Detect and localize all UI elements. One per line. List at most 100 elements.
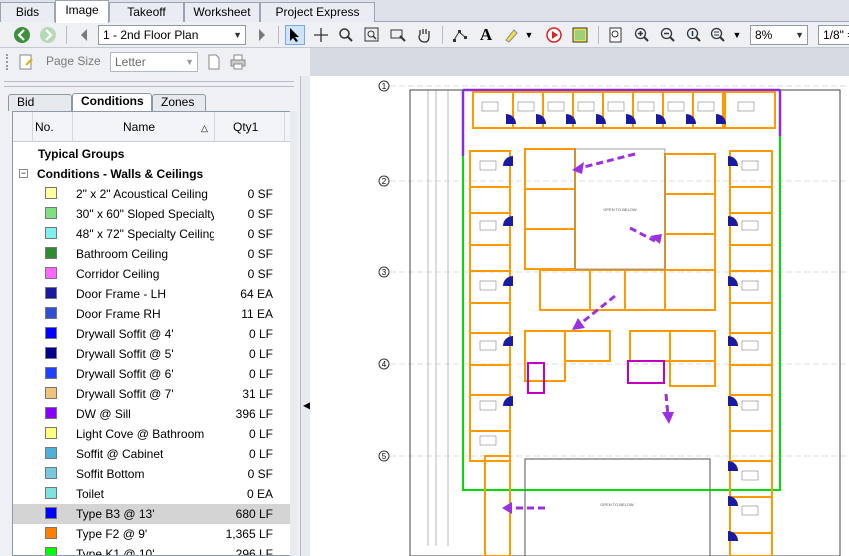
condition-name: Bathroom Ceiling bbox=[76, 247, 169, 261]
previous-page-icon[interactable] bbox=[74, 25, 94, 45]
page-setup-icon[interactable] bbox=[16, 52, 36, 72]
condition-row[interactable]: Toilet 0 EA bbox=[13, 484, 297, 504]
page-size-select[interactable]: Letter ▼ bbox=[110, 52, 198, 72]
condition-row[interactable]: Door Frame - LH64 EA1 bbox=[13, 284, 297, 304]
column-no[interactable]: No. bbox=[33, 112, 73, 142]
zoom-in-icon[interactable] bbox=[632, 25, 652, 45]
condition-row[interactable]: 2" x 2" Acoustical Ceiling 0 SF bbox=[13, 184, 297, 204]
condition-row[interactable]: Corridor Ceiling 0 SF bbox=[13, 264, 297, 284]
next-page-icon[interactable] bbox=[252, 25, 272, 45]
text-annotation-icon[interactable]: A bbox=[476, 25, 496, 45]
grid-scrollbar[interactable] bbox=[290, 111, 298, 556]
collapse-icon[interactable]: − bbox=[19, 169, 28, 178]
floor-plan-drawing: 1 2 3 4 5 OPEN TO BELOW OPEN TO BELOW bbox=[378, 80, 849, 556]
condition-color-swatch bbox=[45, 267, 57, 279]
conditions-panel: Bid View Conditions Zones No. Name △ Qty… bbox=[0, 76, 300, 556]
page-setup-toolbar: Page Size Letter ▼ bbox=[0, 48, 310, 76]
zoom-page-icon[interactable] bbox=[606, 25, 626, 45]
drawing-canvas[interactable]: 1 2 3 4 5 OPEN TO BELOW OPEN TO BELOW bbox=[310, 76, 849, 556]
condition-color-swatch bbox=[45, 327, 57, 339]
zoom-area-icon[interactable] bbox=[388, 25, 408, 45]
grid-marker: 3 bbox=[378, 266, 390, 278]
condition-qty: 0 SF bbox=[247, 467, 273, 481]
condition-row[interactable]: Drywall Soffit @ 7' 31 LF bbox=[13, 384, 297, 404]
condition-row[interactable]: 48" x 72" Specialty Ceiling 0 SF bbox=[13, 224, 297, 244]
tab-project-express[interactable]: Project Express bbox=[260, 2, 375, 22]
condition-row[interactable]: DW @ Sill 396 LF bbox=[13, 404, 297, 424]
grid-marker-label: 2 bbox=[382, 177, 387, 186]
zoom-tool-icon[interactable] bbox=[336, 25, 356, 45]
chevron-down-icon: ▼ bbox=[233, 30, 242, 40]
crosshair-icon[interactable] bbox=[311, 25, 331, 45]
condition-row[interactable]: Soffit @ Cabinet 0 LF bbox=[13, 444, 297, 464]
condition-row[interactable]: Type B3 @ 13'680 LF8 bbox=[13, 504, 297, 524]
condition-color-swatch bbox=[45, 507, 57, 519]
condition-row[interactable]: Door Frame RH 11 EA bbox=[13, 304, 297, 324]
chevron-down-icon[interactable]: ▼ bbox=[732, 25, 742, 45]
panel-splitter[interactable] bbox=[4, 81, 294, 87]
grid-marker: 4 bbox=[378, 358, 390, 370]
condition-row[interactable]: Soffit Bottom 0 SF bbox=[13, 464, 297, 484]
conditions-grid: No. Name △ Qty1 Typical Groups − Conditi… bbox=[12, 111, 298, 556]
condition-color-swatch bbox=[45, 447, 57, 459]
condition-qty: 1,365 LF bbox=[225, 527, 273, 541]
group-walls-ceilings[interactable]: − Conditions - Walls & Ceilings bbox=[13, 164, 297, 184]
condition-name: Drywall Soffit @ 6' bbox=[76, 367, 174, 381]
scale-value: 1/8" = bbox=[823, 28, 849, 42]
condition-row[interactable]: Light Cove @ Bathroom 0 LF bbox=[13, 424, 297, 444]
grid-marker: 1 bbox=[378, 80, 390, 92]
record-icon[interactable] bbox=[544, 25, 564, 45]
zoom-level-select[interactable]: 8% ▼ bbox=[750, 25, 808, 45]
tab-conditions[interactable]: Conditions bbox=[72, 93, 152, 111]
chevron-down-icon[interactable]: ▼ bbox=[524, 25, 534, 45]
condition-row[interactable]: Drywall Soffit @ 6' 0 LF bbox=[13, 364, 297, 384]
select-pointer-icon[interactable] bbox=[285, 25, 305, 45]
condition-qty: 0 SF bbox=[247, 227, 273, 241]
chevron-down-icon: ▼ bbox=[795, 30, 804, 40]
zoom-actual-icon[interactable] bbox=[684, 25, 704, 45]
condition-name: 2" x 2" Acoustical Ceiling bbox=[76, 187, 208, 201]
panel-tabs: Bid View Conditions Zones bbox=[8, 93, 298, 124]
scale-select[interactable]: 1/8" = bbox=[818, 25, 849, 45]
new-page-icon[interactable] bbox=[204, 52, 224, 72]
tab-bid-view[interactable]: Bid View bbox=[8, 94, 72, 124]
condition-qty: 0 LF bbox=[248, 427, 273, 441]
condition-row[interactable]: Bathroom Ceiling 0 SF bbox=[13, 244, 297, 264]
condition-color-swatch bbox=[45, 207, 57, 219]
condition-qty: 11 EA bbox=[241, 307, 273, 321]
condition-color-swatch bbox=[45, 527, 57, 539]
zoom-fit-icon[interactable] bbox=[708, 25, 728, 45]
layer-toggle-icon[interactable] bbox=[570, 25, 590, 45]
pan-hand-icon[interactable] bbox=[414, 25, 434, 45]
condition-color-swatch bbox=[45, 247, 57, 259]
print-icon[interactable] bbox=[228, 52, 248, 72]
group-typical-groups[interactable]: Typical Groups bbox=[13, 144, 297, 164]
tab-takeoff[interactable]: Takeoff bbox=[109, 2, 184, 22]
condition-row[interactable]: Drywall Soffit @ 4' 0 LF bbox=[13, 324, 297, 344]
condition-name: Toilet bbox=[76, 487, 105, 501]
back-icon[interactable] bbox=[12, 25, 32, 45]
zoom-window-icon[interactable] bbox=[362, 25, 382, 45]
condition-row[interactable]: Type K1 @ 10'296 LF1 bbox=[13, 544, 297, 555]
edit-points-icon[interactable] bbox=[450, 25, 470, 45]
column-name[interactable]: Name bbox=[73, 112, 215, 142]
tab-bids[interactable]: Bids bbox=[0, 2, 55, 22]
condition-qty: 0 LF bbox=[248, 367, 273, 381]
condition-row[interactable]: Type F2 @ 9'1,365 LF2 bbox=[13, 524, 297, 544]
sort-ascending-icon: △ bbox=[201, 123, 208, 133]
panel-splitter-vertical[interactable]: ◀ bbox=[300, 76, 312, 556]
grid-marker: 5 bbox=[378, 450, 390, 462]
condition-qty: 0 SF bbox=[247, 247, 273, 261]
zoom-out-icon[interactable] bbox=[658, 25, 678, 45]
condition-color-swatch bbox=[45, 227, 57, 239]
tab-worksheet[interactable]: Worksheet bbox=[184, 2, 260, 22]
forward-icon[interactable] bbox=[38, 25, 58, 45]
page-select[interactable]: 1 - 2nd Floor Plan ▼ bbox=[98, 25, 246, 45]
condition-row[interactable]: Drywall Soffit @ 5' 0 LF bbox=[13, 344, 297, 364]
highlighter-icon[interactable] bbox=[501, 25, 521, 45]
condition-row[interactable]: 30" x 60" Sloped Specialty... 0 SF bbox=[13, 204, 297, 224]
tab-zones[interactable]: Zones bbox=[152, 94, 206, 111]
condition-name: Door Frame - LH bbox=[76, 287, 167, 301]
tab-image[interactable]: Image bbox=[55, 0, 109, 23]
column-qty1[interactable]: Qty1 bbox=[215, 112, 285, 142]
